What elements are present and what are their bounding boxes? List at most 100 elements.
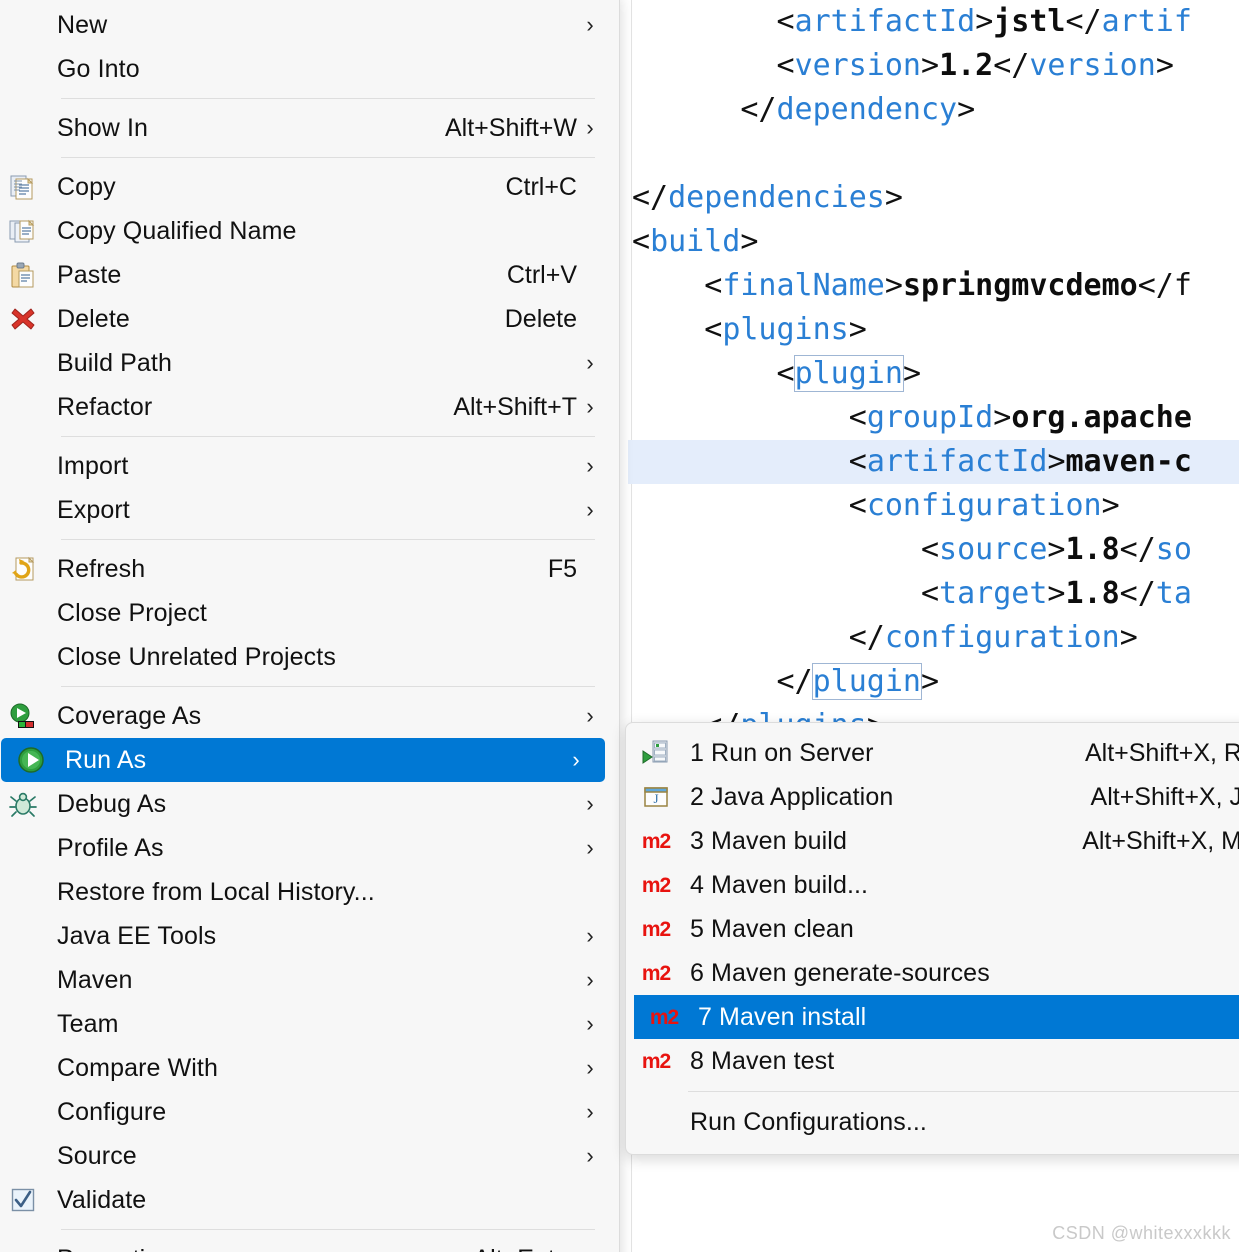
- code-token: >: [884, 268, 903, 303]
- project-context-menu[interactable]: New › Go Into Show In Alt+Shift+W › Copy Ctrl+…: [0, 0, 620, 1252]
- maven-icon: m2: [641, 917, 671, 941]
- code-line[interactable]: <source>1.8</so: [628, 528, 1239, 572]
- submenu-item-8-maven-test[interactable]: m2 8 Maven test: [626, 1039, 1239, 1083]
- code-token: </: [1119, 532, 1156, 567]
- code-token: configuration: [884, 620, 1120, 655]
- chevron-right-icon: ›: [586, 350, 594, 375]
- code-line[interactable]: </configuration>: [628, 616, 1239, 660]
- menu-item-shortcut: Alt+Enter: [447, 1245, 577, 1252]
- menu-item-new[interactable]: New ›: [0, 3, 619, 47]
- code-token: <: [848, 444, 867, 479]
- code-token: </f: [1137, 268, 1192, 303]
- code-token: plugin: [793, 355, 904, 392]
- code-token: <: [776, 356, 795, 391]
- code-token: plugin: [811, 663, 923, 700]
- menu-item-delete[interactable]: Delete Delete: [0, 297, 619, 341]
- menu-item-source[interactable]: Source ›: [0, 1134, 619, 1178]
- menu-item-validate[interactable]: Validate: [0, 1178, 619, 1222]
- menu-item-properties[interactable]: PropertiesAlt+Enter: [0, 1237, 619, 1252]
- no-icon: [1, 385, 45, 429]
- menu-item-close-unrelated-projects[interactable]: Close Unrelated Projects: [0, 635, 619, 679]
- menu-item-shortcut: Alt+Shift+T: [453, 392, 577, 421]
- menu-separator: [61, 157, 595, 158]
- code-line[interactable]: <finalName>springmvcdemo</f: [628, 264, 1239, 308]
- menu-item-label: 7 Maven install: [698, 1002, 867, 1031]
- code-token: <: [776, 4, 795, 39]
- menu-item-label: Profile As: [57, 833, 164, 862]
- code-line[interactable]: <configuration>: [628, 484, 1239, 528]
- code-line[interactable]: </dependency>: [628, 88, 1239, 132]
- menu-item-close-project[interactable]: Close Project: [0, 591, 619, 635]
- submenu-item-run-configurations[interactable]: Run Configurations...: [626, 1100, 1239, 1144]
- code-token: >: [1047, 532, 1066, 567]
- code-token: </: [993, 48, 1030, 83]
- menu-item-label: Team: [57, 1009, 119, 1038]
- menu-item-show-in[interactable]: Show In Alt+Shift+W ›: [0, 106, 619, 150]
- menu-item-restore-from-local-history[interactable]: Restore from Local History...: [0, 870, 619, 914]
- run-as-submenu[interactable]: 1 Run on Server Alt+Shift+X, R J 2 Java A…: [625, 722, 1239, 1155]
- menu-item-refresh[interactable]: Refresh F5: [0, 547, 619, 591]
- submenu-item-5-maven-clean[interactable]: m2 5 Maven clean: [626, 907, 1239, 951]
- menu-item-label: Java EE Tools: [57, 921, 217, 950]
- menu-item-run-as[interactable]: Run As ›: [1, 738, 605, 782]
- chevron-right-icon: ›: [586, 12, 594, 37]
- submenu-item-7-maven-install[interactable]: m2 7 Maven install: [634, 995, 1239, 1039]
- maven-icon: m2: [641, 829, 671, 853]
- code-line[interactable]: <groupId>org.apache: [628, 396, 1239, 440]
- menu-item-shortcut: Alt+Shift+X, J: [1090, 782, 1239, 811]
- menu-item-copy-qualified-name[interactable]: Copy Qualified Name: [0, 209, 619, 253]
- code-line[interactable]: </plugin>: [628, 660, 1239, 704]
- code-token: >: [848, 312, 867, 347]
- code-token: <: [920, 532, 940, 567]
- editor-code-area[interactable]: <artifactId>jstl</artif <version>1.2</ve…: [628, 0, 1239, 748]
- menu-item-configure[interactable]: Configure ›: [0, 1090, 619, 1134]
- menu-item-shortcut: Alt+Shift+W: [445, 113, 577, 142]
- menu-item-compare-with[interactable]: Compare With ›: [0, 1046, 619, 1090]
- code-token: artifactId: [794, 4, 976, 39]
- menu-item-refactor[interactable]: Refactor Alt+Shift+T ›: [0, 385, 619, 429]
- no-icon: [1, 591, 45, 635]
- menu-item-profile-as[interactable]: Profile As ›: [0, 826, 619, 870]
- menu-item-label: Debug As: [57, 789, 167, 818]
- code-token: </: [1119, 576, 1156, 611]
- code-line[interactable]: </dependencies>: [628, 176, 1239, 220]
- code-line[interactable]: <plugins>: [628, 308, 1239, 352]
- menu-item-java-ee-tools[interactable]: Java EE Tools ›: [0, 914, 619, 958]
- submenu-item-2-java-application[interactable]: J 2 Java Application Alt+Shift+X, J: [626, 775, 1239, 819]
- copy-qualified-name-icon: [1, 209, 45, 253]
- code-line[interactable]: <plugin>: [628, 352, 1239, 396]
- menu-item-label: Go Into: [57, 54, 140, 83]
- menu-item-debug-as[interactable]: Debug As ›: [0, 782, 619, 826]
- no-icon: [1, 826, 45, 870]
- maven-icon: m2: [641, 1049, 671, 1073]
- code-line[interactable]: <artifactId>maven-c: [628, 440, 1239, 484]
- menu-item-copy[interactable]: Copy Ctrl+C: [0, 165, 619, 209]
- code-token: >: [1047, 444, 1066, 479]
- code-token: version: [1029, 48, 1156, 83]
- menu-item-label: Show In: [57, 113, 149, 142]
- menu-item-team[interactable]: Team ›: [0, 1002, 619, 1046]
- code-line[interactable]: <version>1.2</version>: [628, 44, 1239, 88]
- code-token: so: [1155, 532, 1192, 567]
- menu-item-coverage-as[interactable]: Coverage As ›: [0, 694, 619, 738]
- submenu-item-1-run-on-server[interactable]: 1 Run on Server Alt+Shift+X, R: [626, 731, 1239, 775]
- code-line[interactable]: <build>: [628, 220, 1239, 264]
- menu-item-build-path[interactable]: Build Path ›: [0, 341, 619, 385]
- code-line[interactable]: <target>1.8</ta: [628, 572, 1239, 616]
- code-token: dependencies: [668, 180, 885, 215]
- menu-item-go-into[interactable]: Go Into: [0, 47, 619, 91]
- submenu-item-4-maven-build[interactable]: m2 4 Maven build...: [626, 863, 1239, 907]
- menu-item-import[interactable]: Import ›: [0, 444, 619, 488]
- menu-item-shortcut: Delete: [504, 304, 577, 333]
- code-token: >: [1047, 576, 1066, 611]
- menu-item-maven[interactable]: Maven ›: [0, 958, 619, 1002]
- code-line[interactable]: [628, 132, 1239, 176]
- submenu-item-6-maven-generate-sources[interactable]: m2 6 Maven generate-sources: [626, 951, 1239, 995]
- menu-item-export[interactable]: Export ›: [0, 488, 619, 532]
- menu-item-label: Validate: [57, 1185, 147, 1214]
- code-token: <: [848, 400, 867, 435]
- menu-separator: [61, 1229, 595, 1230]
- menu-item-paste[interactable]: Paste Ctrl+V: [0, 253, 619, 297]
- submenu-item-3-maven-build[interactable]: m2 3 Maven build Alt+Shift+X, M: [626, 819, 1239, 863]
- code-line[interactable]: <artifactId>jstl</artif: [628, 0, 1239, 44]
